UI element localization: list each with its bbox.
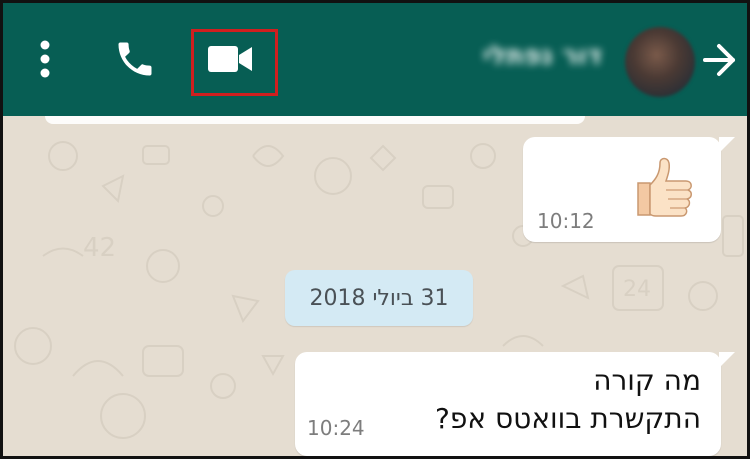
previous-message-bubble <box>45 116 585 124</box>
svg-text:42: 42 <box>83 233 116 263</box>
message-text: מה קורה התקשרת בוואטס אפ? <box>435 362 701 438</box>
thumbs-up-icon <box>637 157 692 217</box>
phone-icon[interactable] <box>111 37 159 81</box>
message-line: התקשרת בוואטס אפ? <box>435 402 701 435</box>
message-bubble[interactable]: 10:12 <box>523 137 735 242</box>
arrow-right-icon[interactable] <box>699 41 741 79</box>
message-time: 10:24 <box>307 416 365 440</box>
message-line: מה קורה <box>593 364 701 397</box>
video-call-highlight <box>191 29 278 96</box>
chat-area[interactable]: 42 24 10:12 31 ביולי 2018 מה קורה התקשרת… <box>3 116 747 456</box>
message-bubble[interactable]: מה קורה התקשרת בוואטס אפ? 10:24 <box>295 352 735 456</box>
chat-screen: דור נפתלי 42 24 10:12 31 ביולי 2018 מה ק… <box>0 0 750 459</box>
svg-text:24: 24 <box>623 277 651 302</box>
more-options-icon[interactable] <box>33 39 57 79</box>
contact-name[interactable]: דור נפתלי <box>483 41 602 71</box>
chat-header: דור נפתלי <box>3 3 747 116</box>
contact-avatar[interactable] <box>625 27 695 97</box>
message-time: 10:12 <box>537 209 595 233</box>
date-divider: 31 ביולי 2018 <box>285 270 473 326</box>
